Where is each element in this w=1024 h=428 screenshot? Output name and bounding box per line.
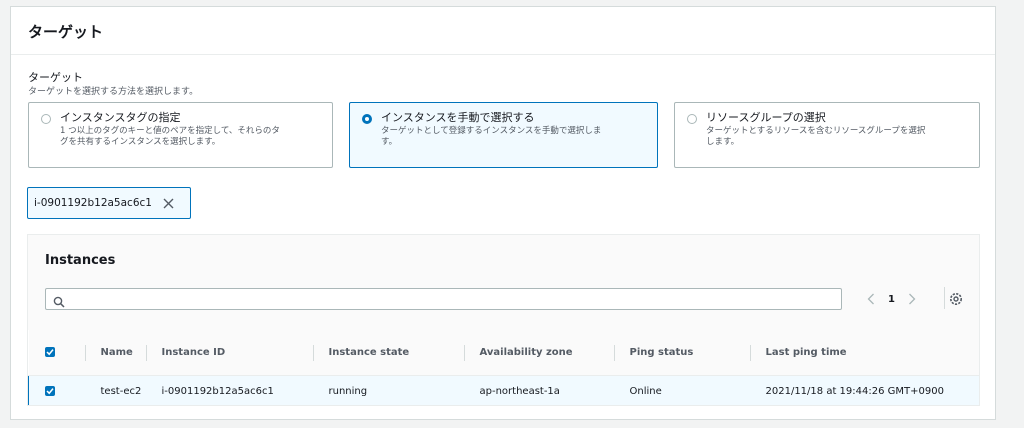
column-header-label: Instance state (328, 347, 410, 358)
chevron-left-icon[interactable] (864, 292, 878, 306)
tile-description-line-1: 1 つ以上のタグのキーと値のペアを指定して、それらのタ (60, 126, 280, 136)
radio-icon[interactable] (362, 114, 372, 124)
tile-description-line-2: す。 (381, 137, 398, 147)
tile-description-line-1: ターゲットとして登録するインスタンスを手動で選択しま (381, 126, 602, 136)
field-description: ターゲットを選択する方法を選択します。 (28, 87, 199, 97)
tile-description-line-2: します。 (706, 137, 740, 147)
cell-text: ap-northeast-1a (479, 386, 560, 397)
column-header-availability-zone[interactable]: Availability zone (463, 330, 614, 376)
column-divider (463, 345, 465, 361)
table-header-row: Name Instance ID Instance state Availabi… (28, 330, 979, 376)
column-header-label: Instance ID (161, 347, 226, 358)
radio-icon[interactable] (687, 114, 697, 124)
column-divider (749, 345, 751, 361)
tile-label: リソースグループの選択 (706, 111, 826, 124)
cell-name: test-ec2 (84, 375, 146, 405)
table-row[interactable]: test-ec2 i-0901192b12a5ac6c1 running ap-… (28, 375, 979, 405)
cell-text: running (328, 386, 368, 397)
column-header-label: Ping status (629, 347, 694, 358)
tile-label: インスタンスを手動で選択する (381, 111, 535, 124)
cell-text: Online (629, 386, 662, 397)
token-label: i-0901192b12a5ac6c1 (34, 197, 152, 209)
tile-instance-tags[interactable]: インスタンスタグの指定 1 つ以上のタグのキーと値のペアを指定して、それらのタ … (28, 102, 333, 168)
close-icon[interactable] (162, 196, 176, 210)
column-header-last-ping-time[interactable]: Last ping time (749, 330, 979, 376)
tile-resource-group[interactable]: リソースグループの選択 ターゲットとするリソースを含むリソースグループを選択 し… (674, 102, 980, 168)
column-divider (84, 345, 86, 361)
instances-title: Instances (45, 253, 116, 268)
tile-description-line-2: グを共有するインスタンスを選択します。 (60, 137, 221, 147)
pagination: 1 (864, 290, 919, 308)
column-divider (613, 345, 615, 361)
column-header-label: Last ping time (765, 347, 847, 358)
instances-table: Name Instance ID Instance state Availabi… (28, 330, 979, 405)
targets-panel: ターゲット ターゲット ターゲットを選択する方法を選択します。 インスタンスタグ… (10, 6, 996, 420)
pagination-divider (944, 287, 945, 309)
column-header-ping-status[interactable]: Ping status (613, 330, 750, 376)
cell-instance-id: i-0901192b12a5ac6c1 (145, 375, 313, 405)
search-icon (53, 293, 65, 312)
column-header-name[interactable]: Name (84, 330, 146, 376)
panel-title: ターゲット (28, 23, 104, 41)
column-header-instance-id[interactable]: Instance ID (145, 330, 313, 376)
selected-instance-token: i-0901192b12a5ac6c1 (27, 187, 191, 219)
row-select-cell[interactable] (28, 375, 85, 405)
column-divider (145, 345, 147, 361)
cell-last-ping-time: 2021/11/18 at 19:44:26 GMT+0900 (749, 375, 979, 405)
column-header-label: Name (100, 347, 133, 358)
select-all-cell[interactable] (28, 330, 85, 376)
tile-description-line-1: ターゲットとするリソースを含むリソースグループを選択 (706, 126, 926, 136)
instances-header (28, 235, 979, 330)
gear-icon[interactable] (948, 291, 964, 307)
page-number[interactable]: 1 (888, 294, 895, 305)
radio-icon[interactable] (41, 114, 51, 124)
instances-table-container: Instances 1 Name Instance ID Instance st… (27, 234, 980, 406)
checkbox-icon[interactable] (45, 386, 55, 396)
cell-ping-status: Online (613, 375, 750, 405)
column-header-label: Availability zone (479, 347, 573, 358)
cell-instance-state: running (312, 375, 464, 405)
chevron-right-icon[interactable] (905, 292, 919, 306)
field-label: ターゲット (28, 71, 83, 84)
cell-availability-zone: ap-northeast-1a (463, 375, 614, 405)
checkbox-icon[interactable] (44, 347, 55, 357)
search-input[interactable] (70, 290, 834, 310)
column-header-instance-state[interactable]: Instance state (312, 330, 464, 376)
tile-manual-selection[interactable]: インスタンスを手動で選択する ターゲットとして登録するインスタンスを手動で選択し… (349, 102, 658, 168)
tile-label: インスタンスタグの指定 (60, 111, 181, 124)
cell-text: test-ec2 (100, 386, 142, 397)
search-box (45, 288, 842, 310)
column-divider (312, 345, 314, 361)
panel-header: ターゲット (11, 7, 995, 55)
cell-text: i-0901192b12a5ac6c1 (161, 386, 274, 397)
cell-text: 2021/11/18 at 19:44:26 GMT+0900 (765, 386, 944, 397)
